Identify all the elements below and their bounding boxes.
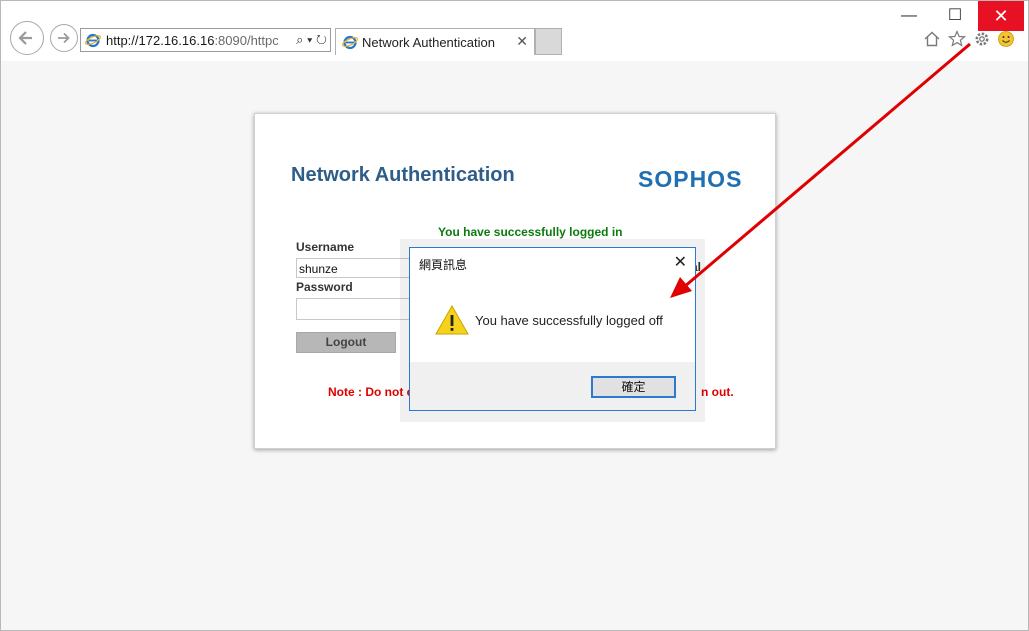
message-dialog: 網頁訊息 ✕ You have successfully logged off … <box>409 247 696 411</box>
back-arrow-icon <box>18 31 32 45</box>
dialog-close-icon[interactable]: ✕ <box>674 252 687 272</box>
tab-network-authentication[interactable]: Network Authentication ✕ <box>335 28 535 55</box>
tab-title: Network Authentication <box>362 35 495 50</box>
address-bar[interactable]: http://172.16.16.16:8090/httpc ⌕ ▾ ↻ <box>80 28 331 52</box>
logout-button[interactable]: Logout <box>296 332 396 353</box>
page-title: Network Authentication <box>291 164 515 186</box>
dialog-message: You have successfully logged off <box>475 313 663 328</box>
address-url: http://172.16.16.16:8090/httpc <box>106 33 278 48</box>
tab-close-icon[interactable]: ✕ <box>516 33 528 50</box>
favorites-star-icon[interactable] <box>948 30 966 48</box>
login-success-message: You have successfully logged in <box>438 225 623 239</box>
ok-button[interactable]: 確定 <box>591 376 676 398</box>
dialog-footer: 確定 <box>410 362 695 410</box>
back-button[interactable] <box>10 21 44 55</box>
sophos-logo: SOPHOS <box>638 166 743 192</box>
browser-window: http://172.16.16.16:8090/httpc ⌕ ▾ ↻ Net… <box>0 0 1029 631</box>
minimize-button[interactable]: — <box>886 1 932 31</box>
password-label: Password <box>296 280 353 294</box>
browser-toolbar: http://172.16.16.16:8090/httpc ⌕ ▾ ↻ Net… <box>1 1 1028 61</box>
ie-logo-icon <box>342 35 358 50</box>
forward-arrow-icon <box>58 32 70 44</box>
settings-gear-icon[interactable] <box>973 30 991 48</box>
close-window-button[interactable]: ✕ <box>978 1 1024 31</box>
username-label: Username <box>296 240 355 254</box>
new-tab-button[interactable] <box>535 28 562 55</box>
ie-logo-icon <box>85 33 101 48</box>
home-icon[interactable] <box>923 30 941 48</box>
warning-icon <box>435 304 469 335</box>
address-tools-icons[interactable]: ⌕ ▾ ↻ <box>296 32 327 48</box>
maximize-button[interactable]: ☐ <box>932 1 978 31</box>
note-text-end: n out. <box>701 385 734 399</box>
forward-button[interactable] <box>50 24 78 52</box>
dialog-title: 網頁訊息 <box>419 258 468 272</box>
smiley-feedback-icon[interactable] <box>997 30 1015 48</box>
